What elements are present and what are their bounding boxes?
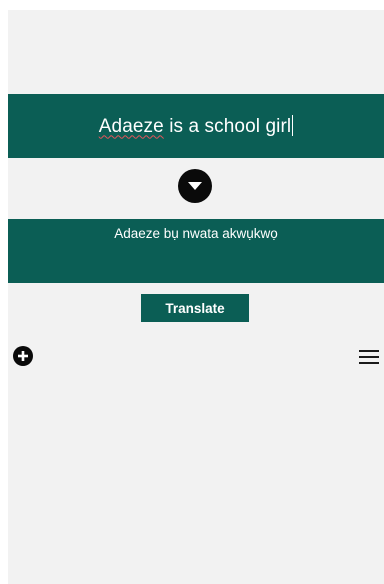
add-icon bbox=[18, 351, 28, 361]
source-text-rest: is a school girl bbox=[163, 115, 292, 137]
swap-direction-button[interactable] bbox=[178, 169, 212, 203]
translate-button[interactable]: Translate bbox=[141, 294, 249, 322]
hamburger-menu-icon bbox=[359, 350, 379, 364]
chevron-down-icon bbox=[188, 181, 202, 190]
target-text-panel: Adaeze bụ nwata akwụkwọ bbox=[8, 219, 384, 283]
translated-text: Adaeze bụ nwata akwụkwọ bbox=[114, 226, 278, 241]
misspelled-word: Adaeze bbox=[98, 115, 164, 137]
source-text-input[interactable]: Adaeze is a school girl bbox=[98, 114, 294, 138]
text-cursor bbox=[292, 114, 294, 136]
app-screen: Adaeze is a school girl Adaeze bụ nwata … bbox=[8, 10, 384, 584]
add-button[interactable] bbox=[13, 346, 33, 366]
source-text-panel[interactable]: Adaeze is a school girl bbox=[8, 94, 384, 158]
menu-button[interactable] bbox=[358, 349, 380, 365]
